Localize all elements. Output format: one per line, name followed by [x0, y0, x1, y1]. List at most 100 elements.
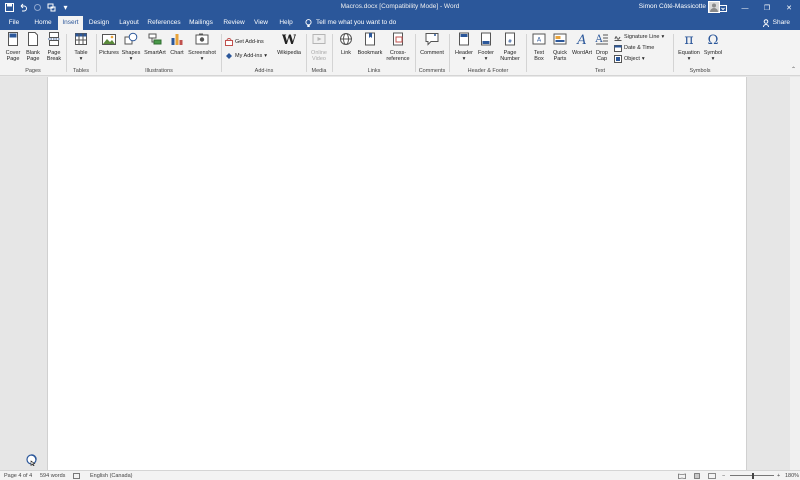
- table-icon: [75, 33, 87, 45]
- tab-mailings[interactable]: Mailings: [184, 16, 218, 30]
- page-break-icon: [48, 32, 60, 46]
- calendar-icon: [614, 45, 622, 52]
- zoom-level[interactable]: 180%: [785, 473, 799, 479]
- tab-home[interactable]: Home: [28, 16, 58, 30]
- date-time-button[interactable]: Date & Time: [614, 44, 654, 52]
- page-number-button[interactable]: # Page Number: [497, 32, 523, 63]
- pi-icon: π: [684, 32, 693, 48]
- tab-layout[interactable]: Layout: [114, 16, 144, 30]
- wordart-button[interactable]: A WordArt: [571, 32, 593, 56]
- cover-page-button[interactable]: Cover Page: [2, 32, 24, 63]
- pictures-button[interactable]: Pictures: [98, 32, 120, 56]
- signature-line-dropdown-icon: ▾: [661, 34, 665, 40]
- signature-line-button[interactable]: Signature Line ▾: [614, 33, 664, 41]
- group-comments: Comment Comments: [416, 32, 448, 74]
- blank-page-button[interactable]: Blank Page: [23, 32, 43, 63]
- svg-text:Ω: Ω: [708, 33, 719, 46]
- language[interactable]: English (Canada): [90, 473, 133, 479]
- my-addins-button[interactable]: My Add-ins ▾: [225, 52, 267, 60]
- page-break-label: Page Break: [46, 49, 62, 63]
- group-label-header-footer: Header & Footer: [467, 68, 509, 74]
- tab-insert[interactable]: Insert: [58, 16, 83, 30]
- tab-file[interactable]: File: [0, 16, 28, 30]
- tab-help[interactable]: Help: [272, 16, 300, 30]
- group-label-media: Media: [311, 68, 327, 74]
- signature-line-label: Signature Line: [624, 34, 660, 40]
- drop-cap-button[interactable]: A Drop Cap: [593, 32, 611, 63]
- group-addins: Get Add-ins My Add-ins ▾ W Wikipedia Add…: [223, 32, 305, 74]
- table-button[interactable]: Table ▾: [70, 32, 92, 63]
- ribbon-display-options-icon[interactable]: [712, 0, 734, 16]
- quick-parts-button[interactable]: Quick Parts: [549, 32, 571, 63]
- group-text: A Text Box Quick Parts A WordArt A Drop …: [528, 32, 672, 74]
- object-button[interactable]: Object ▾: [614, 55, 645, 63]
- comment-label: Comment: [420, 49, 444, 56]
- wikipedia-button[interactable]: W Wikipedia: [275, 32, 303, 56]
- equation-button[interactable]: π Equation ▾: [676, 32, 702, 63]
- document-page[interactable]: [47, 77, 747, 470]
- share-label: Share: [772, 19, 790, 26]
- group-label-symbols: Symbols: [689, 68, 711, 74]
- page-break-button[interactable]: Page Break: [44, 32, 64, 63]
- print-layout-icon[interactable]: [693, 473, 701, 480]
- shapes-button[interactable]: Shapes ▾: [120, 32, 142, 63]
- zoom-out-icon[interactable]: −: [722, 473, 725, 479]
- close-button[interactable]: ✕: [778, 0, 800, 16]
- user-name[interactable]: Simon Côté-Massicotte: [639, 3, 706, 10]
- share-button[interactable]: Share: [762, 16, 790, 30]
- online-video-label: Online Video: [311, 49, 327, 63]
- tab-review[interactable]: Review: [218, 16, 250, 30]
- comment-icon: [425, 33, 439, 46]
- cross-reference-button[interactable]: Cross- reference: [385, 32, 411, 63]
- web-layout-icon[interactable]: [708, 473, 716, 480]
- minimize-button[interactable]: —: [734, 0, 756, 16]
- word-count[interactable]: 594 words: [40, 473, 65, 479]
- vertical-scrollbar[interactable]: [790, 77, 800, 470]
- ribbon-tabs: File Home Insert Design Layout Reference…: [0, 16, 800, 30]
- header-button[interactable]: Header ▾: [453, 32, 475, 63]
- page-count[interactable]: Page 4 of 4: [4, 473, 32, 479]
- page-number-icon: #: [505, 32, 515, 46]
- restore-button[interactable]: ❐: [756, 0, 778, 16]
- text-box-button[interactable]: A Text Box: [529, 32, 549, 63]
- screenshot-button[interactable]: Screenshot ▾: [186, 32, 218, 63]
- tab-view[interactable]: View: [250, 16, 272, 30]
- tell-me-label: Tell me what you want to do: [316, 19, 397, 26]
- collapse-ribbon-icon[interactable]: ⌃: [791, 66, 796, 73]
- drop-cap-label: Drop Cap: [596, 49, 608, 63]
- store-icon: [225, 38, 233, 46]
- wordart-icon: A: [576, 33, 586, 48]
- read-mode-icon[interactable]: [678, 473, 686, 480]
- title-bar: ▾ Macros.docx [Compatibility Mode] - Wor…: [0, 0, 800, 16]
- get-addins-button[interactable]: Get Add-ins: [225, 38, 264, 46]
- drop-cap-icon: A: [594, 34, 608, 45]
- my-addins-label: My Add-ins: [235, 53, 263, 59]
- tab-references[interactable]: References: [144, 16, 184, 30]
- symbol-button[interactable]: Ω Symbol ▾: [702, 32, 724, 63]
- bookmark-button[interactable]: Bookmark: [356, 32, 384, 56]
- group-media: Online Video Media: [307, 32, 331, 74]
- addins-icon: [226, 53, 232, 59]
- document-workspace: [0, 77, 800, 470]
- pictures-label: Pictures: [99, 49, 119, 56]
- page-number-label: Page Number: [500, 49, 520, 63]
- text-box-label: Text Box: [533, 49, 545, 63]
- svg-text:A: A: [595, 34, 603, 45]
- zoom-in-icon[interactable]: +: [777, 473, 780, 479]
- link-button[interactable]: Link: [336, 32, 356, 56]
- group-label-tables: Tables: [73, 68, 89, 74]
- svg-text:π: π: [684, 32, 693, 46]
- header-icon: [459, 32, 469, 46]
- tab-design[interactable]: Design: [84, 16, 114, 30]
- comment-button[interactable]: Comment: [418, 32, 446, 56]
- chart-button[interactable]: Chart: [168, 32, 186, 56]
- bookmark-icon: [365, 32, 375, 46]
- get-addins-label: Get Add-ins: [235, 39, 264, 45]
- quick-parts-label: Quick Parts: [552, 49, 568, 63]
- proofing-icon[interactable]: [73, 473, 80, 480]
- footer-button[interactable]: Footer ▾: [475, 32, 497, 63]
- smartart-button[interactable]: SmartArt: [142, 32, 168, 56]
- zoom-slider-thumb[interactable]: [752, 473, 754, 479]
- tell-me-search[interactable]: Tell me what you want to do: [305, 16, 396, 30]
- online-video-button[interactable]: Online Video: [308, 32, 330, 63]
